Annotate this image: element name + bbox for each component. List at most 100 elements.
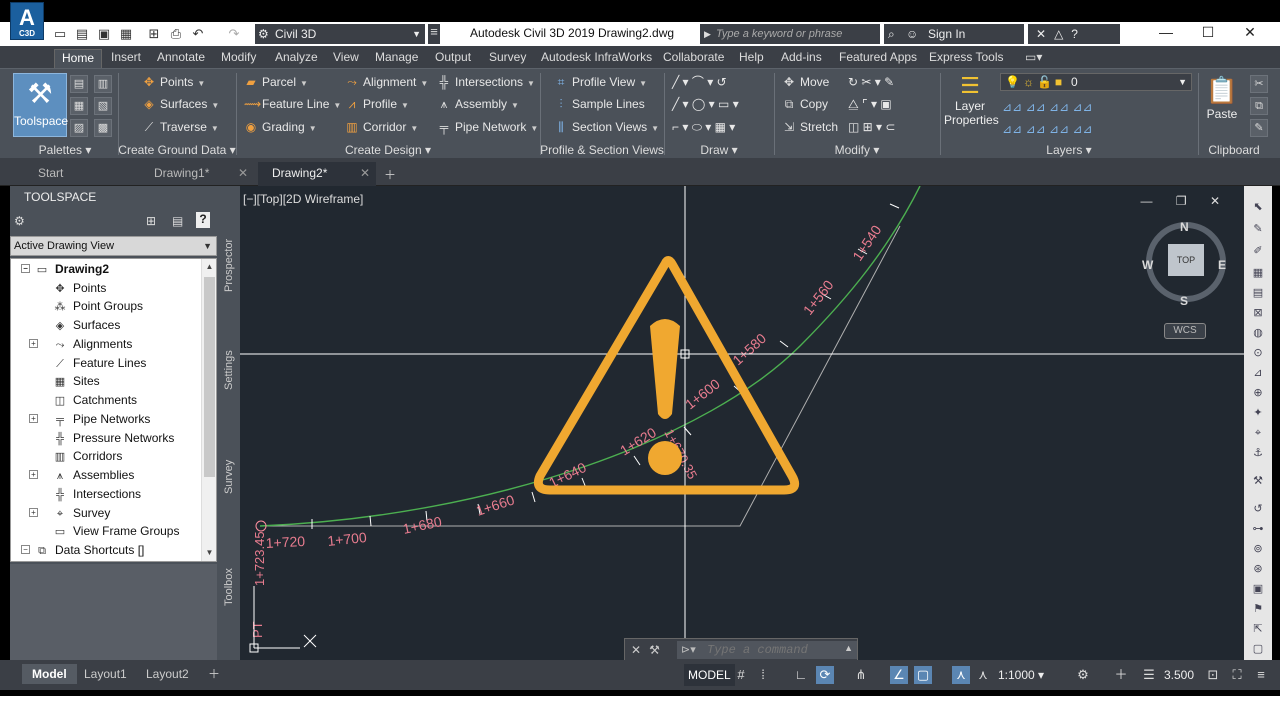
profile-button[interactable]: ⩘ Profile ▼ [345,94,409,114]
intersections-button[interactable]: ╬ Intersections ▼ [437,72,535,92]
grading-button[interactable]: ◉ Grading ▼ [244,117,317,137]
annotation-scale[interactable]: 1:1000 ▾ [998,666,1044,684]
tree-item-corridors[interactable]: ▥ Corridors [53,447,123,465]
tab-toolbox[interactable]: Toolbox [220,560,240,640]
tab-home[interactable]: Home [54,49,103,68]
object-snap-icon[interactable]: ▢ [914,666,932,684]
tree-item-surfaces[interactable]: ◈ Surfaces [53,316,121,334]
compass-w[interactable]: W [1142,258,1153,272]
compass-n[interactable]: N [1180,220,1189,234]
scroll-thumb[interactable] [204,277,215,477]
tab-survey[interactable]: Survey [482,49,533,68]
panel-layers[interactable]: Layers ▾ [940,141,1198,159]
scroll-down-icon[interactable]: ▼ [202,545,216,561]
isolate-icon[interactable]: ⊡ [1204,666,1222,684]
match-properties-icon[interactable]: ✎ [1250,119,1268,137]
model-space-button[interactable]: MODEL [684,664,735,686]
viewport-window-controls[interactable]: — ❐ ✕ [1141,194,1230,208]
tab-view[interactable]: View [326,49,366,68]
section-views-button[interactable]: ⫼ Section Views ▼ [554,117,659,137]
list-icon[interactable]: ▤ [172,214,183,228]
anchor-icon[interactable]: ⚓ [1249,446,1267,460]
layer-filter-icon[interactable]: ⊿ [1249,366,1267,380]
tree-item-intersections[interactable]: ╬ Intersections [53,485,141,503]
arrow-icon[interactable]: ⇱ [1249,622,1267,636]
layout-tab-layout2[interactable]: Layout2 [136,664,199,684]
copy-clip-icon[interactable]: ⧉ [1250,97,1268,115]
calculator-icon[interactable]: ▨ [70,119,88,137]
search-input[interactable]: ▶ Type a keyword or phrase [700,24,880,44]
scroll-up-icon[interactable]: ▲ [202,259,216,275]
tool-icon[interactable]: ⚒ [1249,474,1267,488]
polar-tracking-icon[interactable]: ⟳ [816,666,834,684]
minimize-button[interactable]: — [1144,22,1188,44]
panel-draw[interactable]: Draw ▾ [664,141,774,159]
tab-annotate[interactable]: Annotate [150,49,212,68]
qat-menu-icon[interactable]: ≡ [428,24,440,44]
command-input[interactable] [677,641,857,659]
marker-icon[interactable]: ✦ [1249,406,1267,420]
parcel-button[interactable]: ▰ Parcel ▼ [244,72,308,92]
cut-icon[interactable]: ✂ [1250,75,1268,93]
layout-tab-layout1[interactable]: Layout1 [74,664,137,684]
properties-icon[interactable]: ▤ [70,75,88,93]
frame-icon[interactable]: ▢ [1249,642,1267,656]
snap-icon[interactable]: ⊛ [1249,562,1267,576]
annotation-value[interactable]: 3.500 [1164,666,1194,684]
auto-scale-icon[interactable]: ⋏ [974,666,992,684]
select-icon[interactable]: ⬉ [1249,200,1267,214]
ellipse-icon[interactable]: ⌐ ▾ ⬭ ▾ ▦ ▾ [672,117,735,137]
tree-root[interactable]: − ▭ Drawing2 [21,260,109,278]
panel-modify[interactable]: Modify ▾ [774,141,940,159]
tab-start[interactable]: Start [24,162,134,186]
web-mobile-icon[interactable]: ⊞ [146,26,162,42]
tab-express-tools[interactable]: Express Tools [922,49,1010,68]
flag-icon[interactable]: ⚑ [1249,602,1267,616]
tree-item-data-shortcuts[interactable]: − ⧉ Data Shortcuts [] [21,541,144,559]
isometric-icon[interactable]: ⋔ [852,666,870,684]
object-snap-tracking-icon[interactable]: ∠ [890,666,908,684]
tree-item-alignments[interactable]: + ⤳ Alignments [29,335,132,353]
alignment-button[interactable]: ⤳ Alignment ▼ [345,72,428,92]
traverse-button[interactable]: ⟋ Traverse ▼ [142,117,219,137]
close-icon[interactable]: ✕ [360,162,370,184]
viewcube[interactable]: TOP [1146,222,1226,302]
edit-icon[interactable]: ✎ [1249,222,1267,236]
open-icon[interactable]: ▤ [74,26,90,42]
save-icon[interactable]: ▣ [96,26,112,42]
lasso-icon[interactable]: ⊙ [1249,346,1267,360]
table-icon[interactable]: ▦ [1249,266,1267,280]
tree-item-view-frame-groups[interactable]: ▭ View Frame Groups [53,522,180,540]
tab-collaborate[interactable]: Collaborate [656,49,731,68]
tab-settings-vertical[interactable]: Settings [220,346,240,426]
tree-icon[interactable]: ⊞ [146,214,156,228]
viewcube-top[interactable]: TOP [1168,244,1204,276]
maximize-button[interactable]: ☐ [1186,22,1230,44]
print-icon[interactable]: ⎙ [168,26,184,42]
workspace-switch-icon[interactable]: ⚙ [1074,666,1092,684]
annotation-visibility-icon[interactable]: ⋏ [952,666,970,684]
snap-mode-icon[interactable]: ⁞ [754,666,772,684]
layout-tab-model[interactable]: Model [22,664,77,684]
dot-icon[interactable]: ⊚ [1249,542,1267,556]
layer-properties-button[interactable]: ☰ Layer Properties [944,73,999,127]
curve-icon[interactable]: ↺ [1249,502,1267,516]
pin-icon[interactable]: ⌖ [1249,426,1267,440]
copy-button[interactable]: ⧉ Copy [782,94,828,114]
feature-line-button[interactable]: ⟿ Feature Line ▼ [244,94,341,114]
layer-select[interactable]: 💡☼🔓■ 0 ▼ [1000,73,1192,91]
toolspace-settings-icon[interactable]: ⚙ [14,214,25,228]
drawing-canvas[interactable]: 1+720 1+700 1+680 1+660 1+640 1+620 1+60… [240,186,1244,662]
grid-icon[interactable]: ▣ [1249,582,1267,596]
ortho-icon[interactable]: ∟ [792,666,810,684]
tree-item-points[interactable]: ✥ Points [53,279,106,297]
zoom-icon[interactable]: ⊕ [1249,386,1267,400]
tab-featured-apps[interactable]: Featured Apps [832,49,924,68]
layer-tools-icon[interactable]: ⊿⊿ ⊿⊿ ⊿⊿ ⊿⊿ [1002,97,1092,117]
tab-drawing2[interactable]: Drawing2* ✕ [258,162,376,186]
chevron-up-icon[interactable]: ▲ [844,643,853,653]
panel-create-design[interactable]: Create Design ▾ [236,141,540,159]
design-center-icon[interactable]: ▥ [94,75,112,93]
new-tab-icon[interactable]: ＋ [384,166,396,183]
workspace-select[interactable]: ⚙ Civil 3D ▼ [255,24,425,44]
